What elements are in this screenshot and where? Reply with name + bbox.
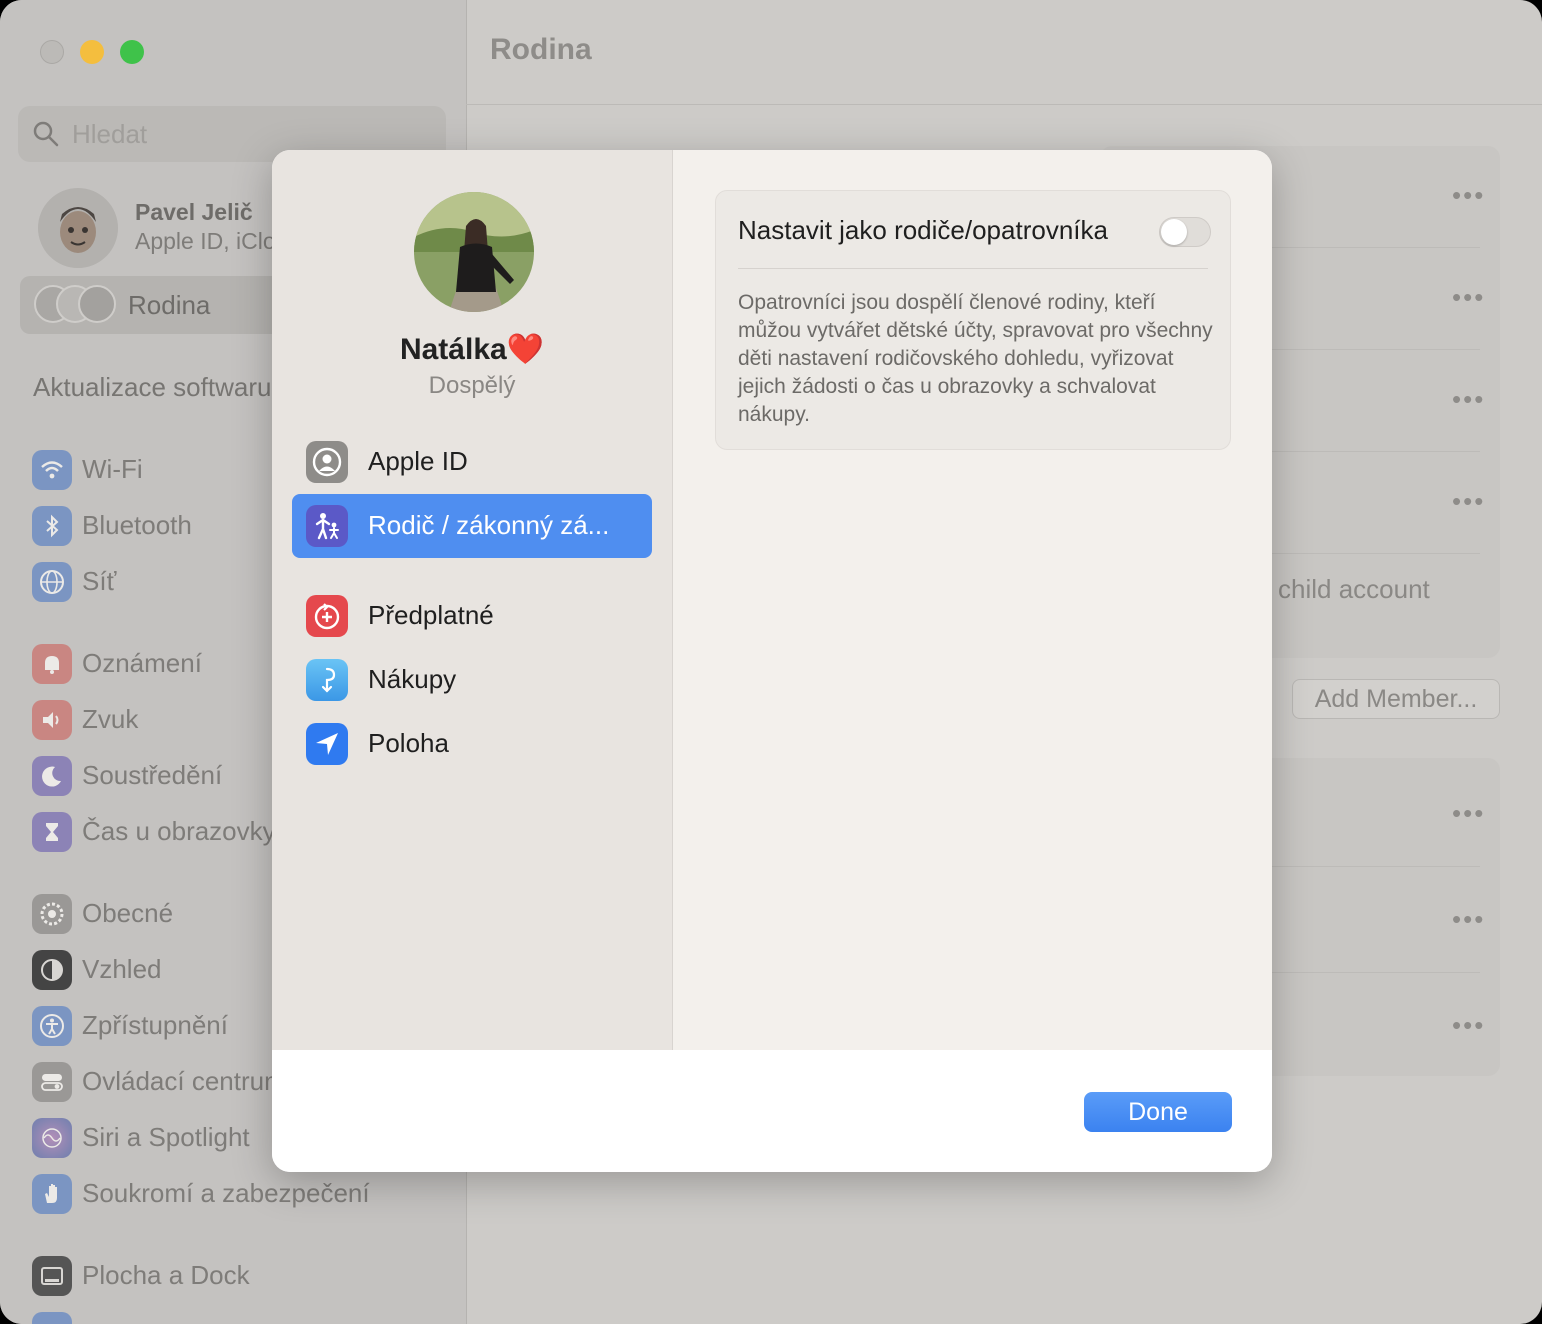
guardian-description: Opatrovníci jsou dospělí členové rodiny,… (738, 291, 1213, 426)
sidebar-item-label: Síť (82, 566, 117, 596)
sidebar-item-desktop-dock[interactable]: Plocha a Dock (30, 1254, 460, 1298)
toggle-knob (1161, 219, 1187, 245)
hourglass-icon (32, 812, 72, 852)
siri-icon (32, 1118, 72, 1158)
sidebar-item-label: Rodina (128, 290, 211, 320)
menu-item-label: Předplatné (368, 600, 494, 630)
row-divider (1270, 451, 1480, 452)
sidebar-item-label: Oznámení (82, 648, 202, 678)
guardian-toggle[interactable] (1159, 217, 1211, 247)
sidebar-item-label: Zvuk (82, 704, 139, 734)
row-divider (1270, 972, 1480, 973)
member-photo (414, 192, 534, 312)
row-divider (1270, 247, 1480, 248)
sidebar-item-label: Čas u obrazovky (82, 816, 276, 846)
menu-item-parent-guardian[interactable]: Rodič / zákonný zá... (292, 494, 652, 558)
search-icon (33, 121, 59, 147)
sidebar-item-label: Wi-Fi (82, 454, 143, 484)
family-avatar (78, 285, 116, 323)
menu-item-label: Apple ID (368, 446, 468, 476)
member-detail-pane: Nastavit jako rodiče/opatrovníka Opatrov… (673, 150, 1272, 1050)
bluetooth-icon (32, 506, 72, 546)
minimize-window-button[interactable] (80, 40, 104, 64)
member-role: Dospělý (428, 372, 516, 399)
sidebar-item-label: Ovládací centrum (82, 1066, 286, 1096)
sidebar-item-label: Siri a Spotlight (82, 1122, 250, 1152)
system-settings-window: Hledat Pavel Jelič Apple ID, iCloud Rodi… (0, 0, 1542, 1324)
more-options-button[interactable]: ••• (1452, 904, 1542, 935)
more-options-button[interactable]: ••• (1452, 798, 1542, 829)
subscription-icon (306, 595, 348, 637)
row-divider (1270, 349, 1480, 350)
profile-name[interactable]: Pavel Jelič (135, 199, 253, 226)
member-name: Natálka❤️ (399, 333, 545, 366)
page-title: Rodina (490, 33, 592, 66)
menu-item-label: Poloha (368, 728, 449, 758)
menu-item-purchases[interactable]: Nákupy (292, 648, 652, 712)
control-center-icon (32, 1062, 72, 1102)
memoji-avatar-image (38, 188, 118, 268)
member-sidebar: Natálka❤️ Dospělý Apple ID Rodič / zákon… (272, 150, 673, 1050)
desktop-icon (32, 1256, 72, 1296)
sidebar-item-label: Bluetooth (82, 510, 192, 540)
row-divider (1270, 553, 1480, 554)
title-divider (466, 104, 1542, 105)
family-icon (306, 505, 348, 547)
add-member-button[interactable]: Add Member... (1292, 679, 1500, 719)
menu-item-apple-id[interactable]: Apple ID (292, 430, 652, 494)
software-update-link[interactable]: Aktualizace softwaru (33, 372, 271, 403)
bell-icon (32, 644, 72, 684)
location-arrow-icon (306, 723, 348, 765)
menu-item-subscriptions[interactable]: Předplatné (292, 584, 652, 648)
person-circle-icon (306, 441, 348, 483)
more-options-button[interactable]: ••• (1452, 1010, 1542, 1041)
purchases-icon (306, 659, 348, 701)
sidebar-item-label: Zpřístupnění (82, 1010, 228, 1040)
done-button[interactable]: Done (1084, 1092, 1232, 1132)
moon-icon (32, 756, 72, 796)
more-options-button[interactable]: ••• (1452, 282, 1542, 313)
sidebar-item-label: Soustředění (82, 760, 223, 790)
guardian-settings-panel: Nastavit jako rodiče/opatrovníka Opatrov… (715, 190, 1231, 450)
close-window-button[interactable] (40, 40, 64, 64)
sidebar-item-next[interactable] (30, 1310, 460, 1324)
menu-item-label: Nákupy (368, 664, 457, 694)
speaker-icon (32, 700, 72, 740)
more-options-button[interactable]: ••• (1452, 486, 1542, 517)
child-account-text: child account (1278, 574, 1430, 604)
sidebar-item-privacy-security[interactable]: Soukromí a zabezpečení (30, 1172, 460, 1216)
guardian-toggle-label: Nastavit jako rodiče/opatrovníka (738, 215, 1108, 245)
sidebar-item-label: Soukromí a zabezpečení (82, 1178, 370, 1208)
globe-icon (32, 562, 72, 602)
sidebar-item-label: Obecné (82, 898, 174, 928)
member-avatar (414, 192, 534, 312)
gear-icon (32, 894, 72, 934)
wifi-icon (32, 450, 72, 490)
member-details-sheet: Natálka❤️ Dospělý Apple ID Rodič / zákon… (272, 150, 1272, 1172)
appearance-icon (32, 950, 72, 990)
accessibility-icon (32, 1006, 72, 1046)
zoom-window-button[interactable] (120, 40, 144, 64)
search-placeholder: Hledat (72, 119, 148, 149)
hand-icon (32, 1174, 72, 1214)
avatar[interactable] (38, 188, 118, 268)
sidebar-item-label: Plocha a Dock (82, 1260, 250, 1290)
sidebar-item-label: Vzhled (82, 954, 162, 984)
panel-divider (738, 268, 1208, 269)
display-icon (32, 1312, 72, 1324)
more-options-button[interactable]: ••• (1452, 384, 1542, 415)
row-divider (1270, 866, 1480, 867)
menu-item-label: Rodič / zákonný zá... (368, 510, 610, 540)
more-options-button[interactable]: ••• (1452, 180, 1542, 211)
menu-item-location[interactable]: Poloha (292, 712, 652, 776)
